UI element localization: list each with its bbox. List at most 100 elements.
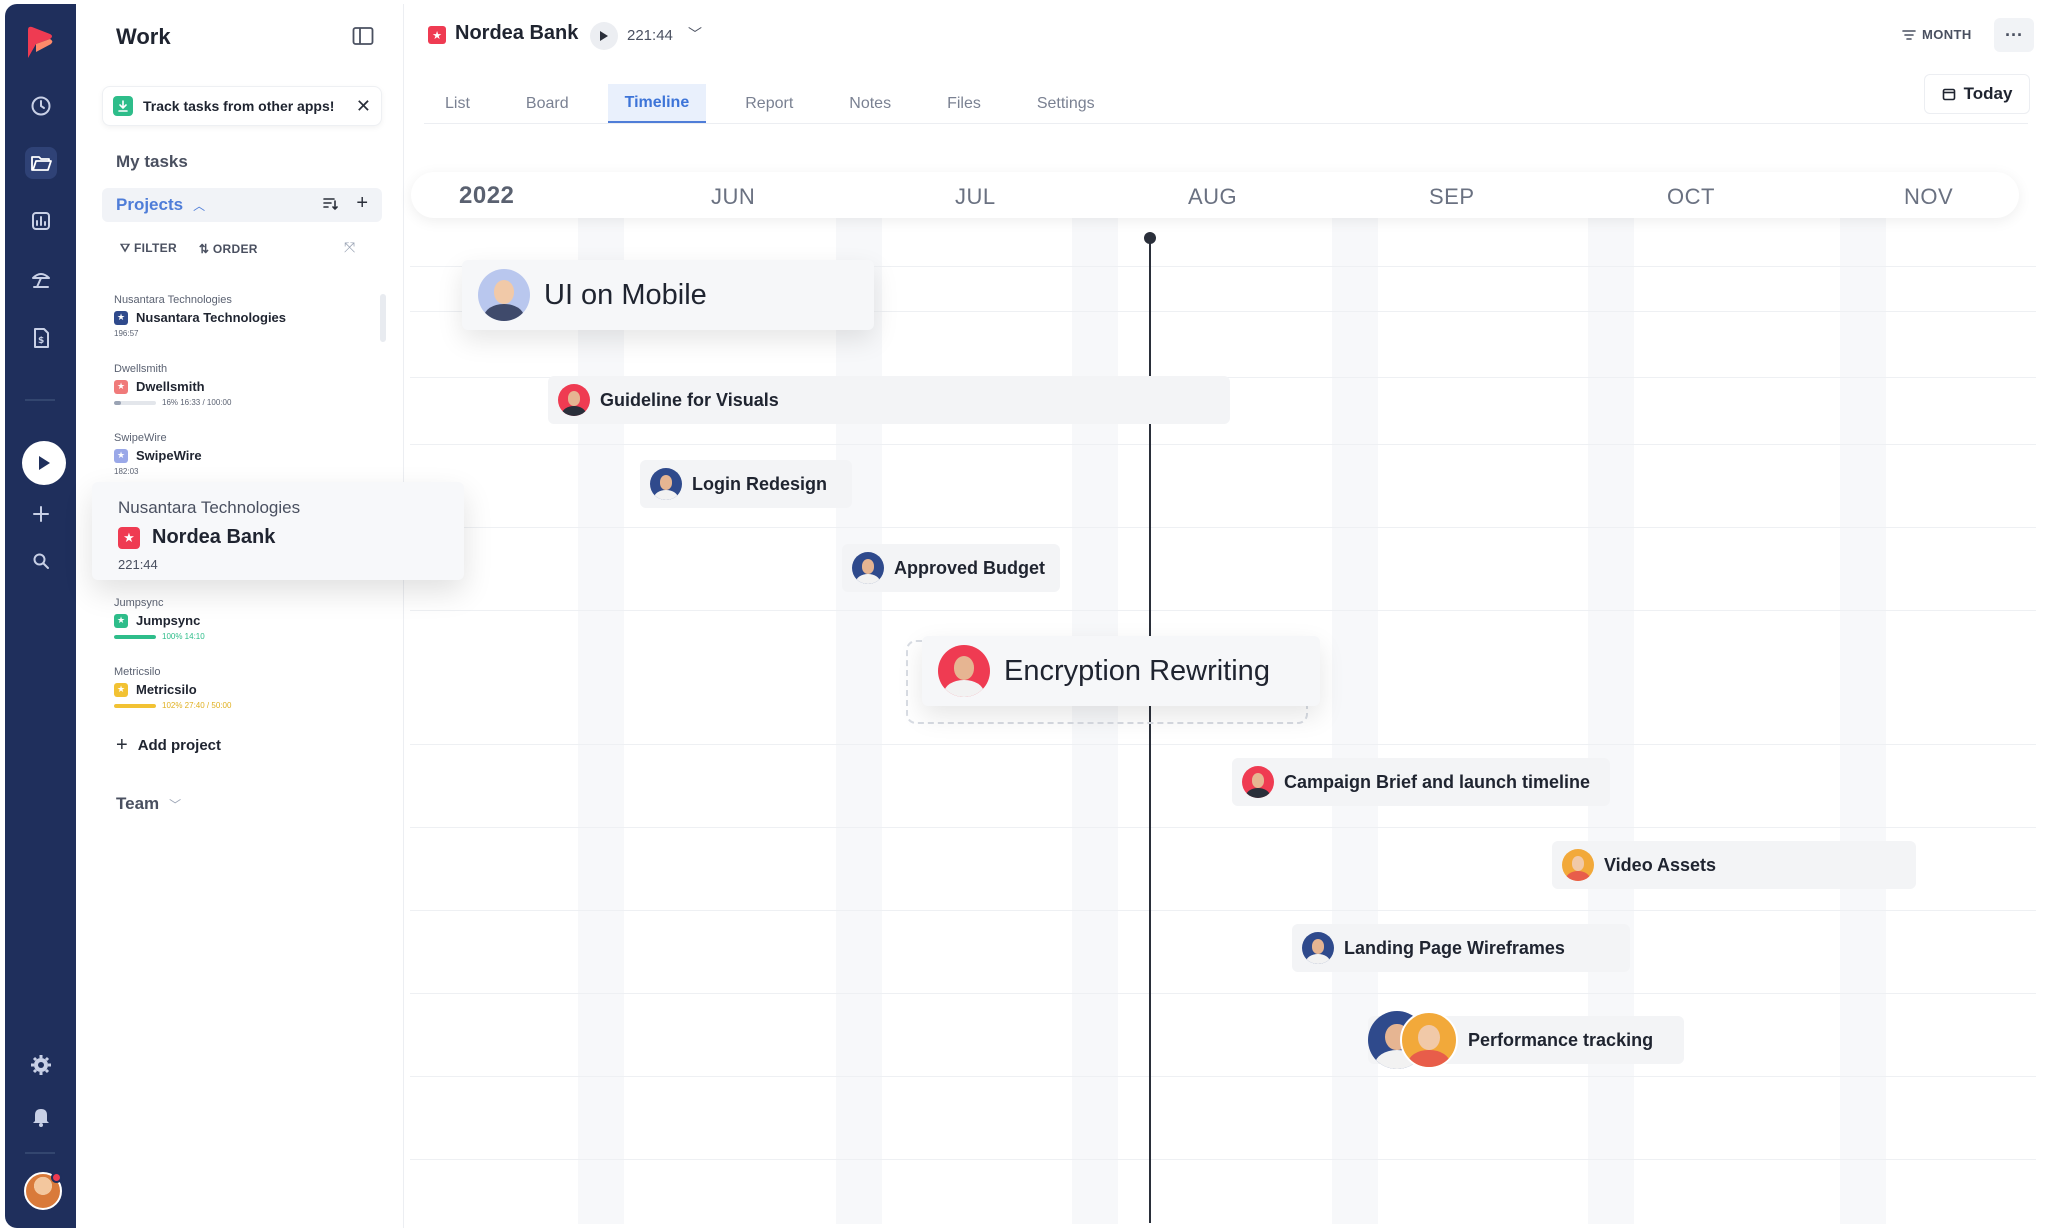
year-label: 2022 [459,182,515,209]
team-label: Team [116,794,160,813]
tab-settings[interactable]: Settings [1020,84,1112,124]
tab-files[interactable]: Files [930,84,998,124]
tab-notes[interactable]: Notes [832,84,908,124]
task-bar[interactable]: Approved Budget [842,544,1060,592]
reports-icon[interactable] [25,205,57,237]
notification-dot [51,1172,62,1183]
play-icon [39,456,50,470]
collapse-icon[interactable]: ⤧ [344,239,355,256]
banner-text: Track tasks from other apps! [143,98,335,114]
week-stripe [836,218,882,1224]
folder-icon[interactable] [25,147,57,179]
month-label: JUL [955,184,996,209]
tabs-divider [424,123,2028,124]
man-avatar [1302,932,1334,964]
add-project-label: Add project [137,737,222,754]
page-title: Nordea Bank [455,22,579,44]
rail-divider [25,399,55,401]
project-client: Jumpsync [114,597,164,609]
task-bar[interactable]: Performance tracking [1368,1011,1684,1069]
gear-icon[interactable] [25,1049,57,1081]
sidebar-toggle-icon[interactable] [352,26,374,46]
list-item[interactable]: Dwellsmith ★ Dwellsmith 16% 16:33 / 100:0… [114,363,374,407]
task-name: Landing Page Wireframes [1344,937,1565,958]
week-stripe [1332,218,1378,1224]
man-avatar [558,384,590,416]
row-divider [410,1076,2036,1077]
month-label: JUN [711,184,756,209]
close-icon[interactable]: ✕ [356,96,371,117]
task-name: Approved Budget [894,557,1045,578]
bell-icon[interactable] [25,1101,57,1133]
task-bar[interactable]: Guideline for Visuals [548,376,1230,424]
man-avatar [1242,766,1274,798]
order-label: ORDER [212,241,258,256]
tab-timeline[interactable]: Timeline [607,84,707,124]
team-section[interactable]: Team ﹀ [116,794,181,814]
filter-button[interactable]: ⛛ FILTER [120,241,177,256]
my-tasks-link[interactable]: My tasks [116,152,188,172]
task-bar[interactable]: Video Assets [1552,841,1916,889]
task-bar[interactable]: Encryption Rewriting [922,636,1320,706]
list-item[interactable]: Jumpsync ★ Jumpsync 100% 14:10 [114,597,374,641]
month-label: SEP [1429,184,1475,209]
task-name: UI on Mobile [544,278,707,311]
timer-play-button[interactable] [590,22,618,50]
star-icon: ★ [114,310,128,325]
today-button[interactable]: Today [1924,74,2030,114]
projects-section-header[interactable]: Projects ︿ + [102,188,382,222]
task-bar[interactable]: Landing Page Wireframes [1292,924,1630,972]
month-label: OCT [1667,184,1715,209]
list-item[interactable]: Nusantara Technologies ★ Nusantara Techno… [114,294,374,338]
calendar-icon [1942,88,1955,101]
star-icon: ★ [118,526,140,549]
star-icon: ★ [114,448,128,463]
sidebar-scrollbar[interactable] [380,294,386,342]
list-item[interactable]: SwipeWire ★ SwipeWire 182:03 [114,432,374,476]
selected-project-card[interactable]: Nusantara Technologies ★ Nordea Bank 221:… [92,482,464,580]
rail-divider-bottom [25,1152,55,1154]
project-client: Nusantara Technologies [114,294,232,306]
project-name: Metricsilo [136,682,197,697]
chevron-up-icon[interactable]: ︿ [193,197,205,214]
tab-report[interactable]: Report [728,84,810,124]
sort-icon[interactable] [322,195,338,216]
sidebar: Work Track tasks from other apps! ✕ My t… [76,4,404,1228]
list-item[interactable]: Metricsilo ★ Metricsilo 102% 27:40 / 50:0… [114,666,374,710]
chevron-down-icon[interactable]: ﹀ [688,24,702,44]
star-icon: ★ [114,379,128,394]
week-stripe [1840,218,1886,1224]
app-logo[interactable] [24,24,56,60]
order-button[interactable]: ⇅ ORDER [199,242,258,256]
row-divider [410,1159,2036,1160]
plus-icon[interactable] [25,498,57,530]
row-divider [410,744,2036,745]
start-timer-button[interactable] [22,441,66,485]
row-divider [410,910,2036,911]
search-icon[interactable] [25,545,57,577]
add-project-plus-icon[interactable]: + [356,192,368,215]
tab-board[interactable]: Board [509,84,586,124]
row-divider [410,993,2036,994]
tracked-time: 221:44 [627,27,673,44]
progress-bar [114,634,156,639]
tab-list[interactable]: List [428,84,487,124]
task-bar[interactable]: UI on Mobile [462,260,874,330]
integrations-banner[interactable]: Track tasks from other apps! ✕ [102,86,382,126]
clock-icon[interactable] [25,90,57,122]
project-meta: 196:57 [114,329,139,338]
user-avatar[interactable] [24,1172,62,1210]
task-bar[interactable]: Login Redesign [640,460,852,508]
view-tabs: List Board Timeline Report Notes Files S… [428,84,1134,124]
task-name: Login Redesign [692,473,827,494]
view-mode-button[interactable]: MONTH [1902,27,1972,42]
task-bar[interactable]: Campaign Brief and launch timeline [1232,758,1610,806]
add-project-button[interactable]: + Add project [116,734,221,757]
project-name: Nordea Bank [152,526,276,548]
man-avatar [852,552,884,584]
plus-icon: + [116,734,128,756]
invoice-icon[interactable]: $ [25,322,57,354]
more-options-button[interactable]: ··· [1994,18,2034,52]
project-meta: 100% 14:10 [162,632,205,641]
vacation-icon[interactable] [25,263,57,295]
